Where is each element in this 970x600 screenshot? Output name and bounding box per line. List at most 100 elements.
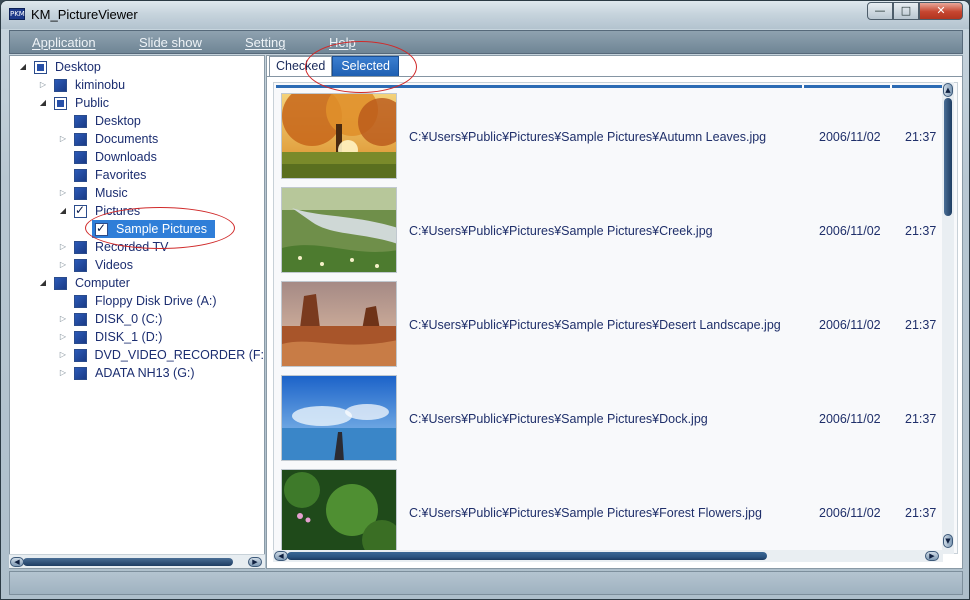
list-header-bar [276, 85, 946, 88]
tree-node-label: DVD_VIDEO_RECORDER (F: [94, 348, 264, 362]
expander-icon[interactable]: ◢ [38, 98, 48, 108]
tree-node-favorites[interactable]: Favorites [74, 166, 146, 184]
tree-node-adata[interactable]: ▷ ADATA NH13 (G:) [58, 364, 195, 382]
tree-checkbox[interactable] [74, 258, 87, 272]
title-bar[interactable]: PKM KM_PictureViewer — □ ✕ [1, 1, 969, 29]
tree-horizontal-scrollbar[interactable]: ◀ ▶ [9, 554, 265, 568]
minimize-button[interactable]: — [867, 2, 893, 20]
tree-node-public[interactable]: ◢ Public [38, 94, 109, 112]
expander-icon[interactable]: ▷ [58, 332, 68, 342]
scroll-down-icon[interactable]: ▼ [943, 534, 953, 548]
tree-node-label: Public [75, 96, 110, 110]
file-time: 21:37 [905, 412, 937, 426]
scrollbar-thumb[interactable] [944, 98, 952, 216]
scroll-right-icon[interactable]: ▶ [248, 557, 262, 567]
file-row[interactable]: C:¥Users¥Public¥Pictures¥Sample Pictures… [274, 277, 944, 371]
file-date: 2006/11/02 [819, 318, 881, 332]
file-row[interactable]: C:¥Users¥Public¥Pictures¥Sample Pictures… [274, 465, 944, 553]
file-list-vertical-scrollbar[interactable]: ▲ ▼ [942, 82, 954, 554]
folder-tree[interactable]: ◢ Desktop ▷ kiminobu ◢ Public Desktop ▷ … [9, 55, 265, 569]
tree-checkbox[interactable] [74, 114, 87, 128]
scroll-right-icon[interactable]: ▶ [925, 551, 939, 561]
tree-checkbox[interactable] [74, 186, 87, 200]
tree-checkbox[interactable] [74, 294, 87, 308]
file-time: 21:37 [905, 224, 937, 238]
file-date: 2006/11/02 [819, 130, 881, 144]
tree-checkbox[interactable]: ✓ [95, 221, 108, 236]
menu-setting[interactable]: Setting [245, 35, 285, 50]
tree-checkbox[interactable] [74, 330, 87, 344]
thumbnail-desert-landscape [281, 281, 397, 367]
file-row[interactable]: C:¥Users¥Public¥Pictures¥Sample Pictures… [274, 371, 944, 465]
tree-node-recorded-tv[interactable]: ▷ Recorded TV [58, 238, 169, 256]
tree-node-videos[interactable]: ▷ Videos [58, 256, 133, 274]
tree-node-label: Pictures [95, 204, 141, 218]
maximize-button[interactable]: □ [893, 2, 919, 20]
tree-node-disk-c[interactable]: ▷ DISK_0 (C:) [58, 310, 162, 328]
check-icon: ✓ [75, 202, 86, 217]
tree-checkbox[interactable] [74, 150, 87, 164]
tab-checked[interactable]: Checked [269, 56, 333, 76]
tab-selected[interactable]: Selected [332, 56, 399, 76]
tree-node-dvd[interactable]: ▷ DVD_VIDEO_RECORDER (F: [58, 346, 264, 364]
menu-help[interactable]: Help [329, 35, 356, 50]
tree-node-public-desktop[interactable]: Desktop [74, 112, 141, 130]
file-row[interactable]: C:¥Users¥Public¥Pictures¥Sample Pictures… [274, 89, 944, 183]
tree-checkbox[interactable] [54, 78, 67, 92]
tree-checkbox[interactable] [54, 276, 67, 290]
expander-icon[interactable]: ▷ [58, 242, 68, 252]
file-path: C:¥Users¥Public¥Pictures¥Sample Pictures… [409, 318, 781, 332]
column-separator[interactable] [890, 85, 892, 88]
file-date: 2006/11/02 [819, 412, 881, 426]
tree-checkbox[interactable] [54, 96, 67, 110]
file-path: C:¥Users¥Public¥Pictures¥Sample Pictures… [409, 224, 713, 238]
file-list[interactable]: C:¥Users¥Public¥Pictures¥Sample Pictures… [273, 82, 958, 554]
dock-image [282, 376, 396, 460]
close-button[interactable]: ✕ [919, 2, 963, 20]
expander-icon[interactable]: ▷ [58, 368, 68, 378]
expander-icon[interactable]: ◢ [38, 278, 48, 288]
view-tabs: Checked Selected [269, 56, 399, 76]
tree-node-music[interactable]: ▷ Music [58, 184, 128, 202]
scrollbar-thumb[interactable] [287, 552, 767, 560]
scroll-left-icon[interactable]: ◀ [10, 557, 24, 567]
tree-node-label: Music [95, 186, 128, 200]
expander-icon[interactable]: ▷ [58, 134, 68, 144]
tree-node-label: DISK_0 (C:) [95, 312, 163, 326]
tree-checkbox[interactable] [74, 366, 87, 380]
tree-node-computer[interactable]: ◢ Computer [38, 274, 130, 292]
menu-slide-show[interactable]: Slide show [139, 35, 202, 50]
scroll-left-icon[interactable]: ◀ [274, 551, 288, 561]
tree-checkbox[interactable] [74, 312, 87, 326]
menu-application[interactable]: Application [32, 35, 96, 50]
expander-icon[interactable]: ▷ [58, 314, 68, 324]
tree-node-disk-d[interactable]: ▷ DISK_1 (D:) [58, 328, 162, 346]
file-view-pane: Checked Selected C:¥Users¥Public¥Picture… [266, 55, 963, 569]
tree-node-sample-pictures[interactable]: ✓ Sample Pictures [92, 220, 216, 238]
tree-checkbox[interactable] [34, 60, 47, 74]
scrollbar-thumb[interactable] [23, 558, 233, 566]
tree-checkbox[interactable]: ✓ [74, 202, 87, 218]
column-separator[interactable] [802, 85, 804, 88]
expander-icon[interactable]: ▷ [58, 260, 68, 270]
expander-icon[interactable]: ▷ [58, 188, 68, 198]
tree-node-label: Sample Pictures [116, 222, 208, 236]
tree-node-floppy[interactable]: Floppy Disk Drive (A:) [74, 292, 217, 310]
expander-icon[interactable]: ▷ [58, 350, 68, 360]
tree-checkbox[interactable] [74, 132, 87, 146]
tree-checkbox[interactable] [74, 168, 87, 182]
expander-icon[interactable]: ◢ [18, 62, 28, 72]
file-row[interactable]: C:¥Users¥Public¥Pictures¥Sample Pictures… [274, 183, 944, 277]
tree-checkbox[interactable] [73, 348, 87, 362]
expander-icon[interactable]: ◢ [58, 206, 68, 216]
tree-node-downloads[interactable]: Downloads [74, 148, 157, 166]
file-list-horizontal-scrollbar[interactable]: ◀ ▶ [273, 550, 943, 562]
tree-checkbox[interactable] [74, 240, 87, 254]
scroll-up-icon[interactable]: ▲ [943, 83, 953, 97]
tree-node-desktop[interactable]: ◢ Desktop [18, 58, 101, 76]
expander-icon[interactable]: ▷ [38, 80, 48, 90]
tree-node-documents[interactable]: ▷ Documents [58, 130, 158, 148]
tree-node-pictures[interactable]: ◢ ✓ Pictures [58, 202, 140, 220]
tree-node-kiminobu[interactable]: ▷ kiminobu [38, 76, 125, 94]
selected-node-highlight[interactable]: ✓ Sample Pictures [92, 220, 216, 238]
